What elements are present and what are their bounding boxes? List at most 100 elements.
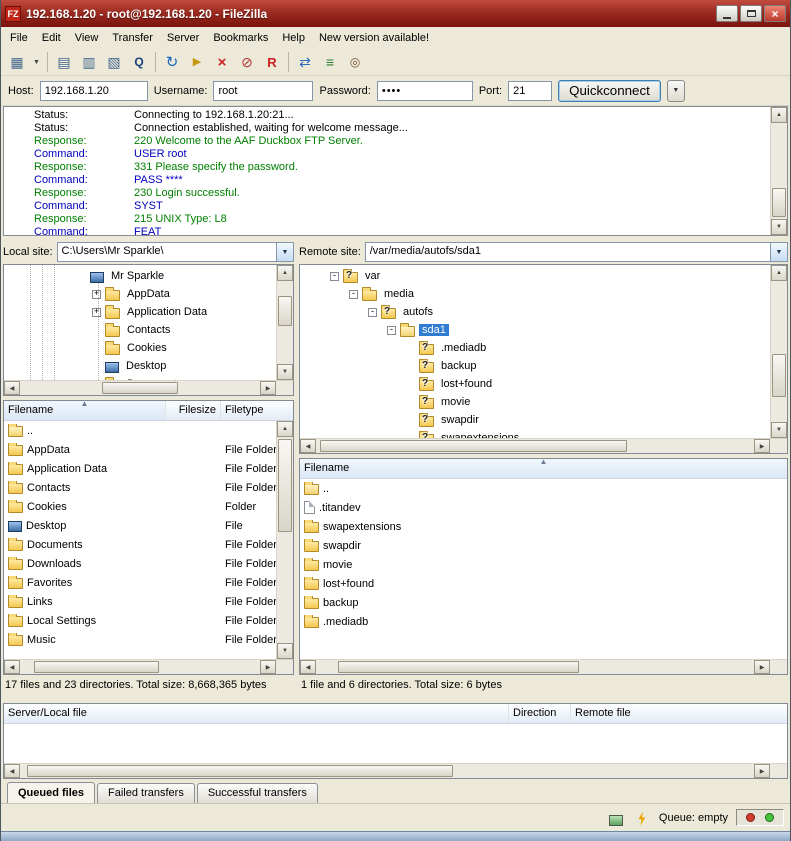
remote-list-horizontal-scrollbar[interactable]	[300, 659, 770, 674]
file-row[interactable]: Local SettingsFile Folder	[4, 611, 276, 630]
tab-failed-transfers[interactable]: Failed transfers	[97, 783, 195, 803]
scroll-right-icon[interactable]	[754, 439, 770, 453]
disconnect-icon[interactable]: ⊘	[235, 51, 259, 73]
scrollbar-thumb[interactable]	[338, 661, 579, 673]
synchronized-browsing-icon[interactable]: ≡	[318, 51, 342, 73]
refresh-icon[interactable]: ↻	[160, 51, 184, 73]
site-manager-dropdown-icon[interactable]	[30, 51, 43, 73]
file-row[interactable]: AppDataFile Folder	[4, 440, 276, 459]
tab-queued-files[interactable]: Queued files	[7, 782, 95, 803]
scroll-down-icon[interactable]	[771, 219, 787, 235]
scroll-left-icon[interactable]	[4, 381, 20, 395]
remote-tree-vertical-scrollbar[interactable]	[770, 265, 787, 438]
directory-comparison-icon[interactable]: ⇄	[293, 51, 317, 73]
expand-icon[interactable]: +	[92, 290, 101, 299]
scrollbar-thumb[interactable]	[772, 188, 786, 217]
chevron-down-icon[interactable]	[770, 243, 787, 261]
menu-new-version-notice[interactable]: New version available!	[312, 29, 436, 47]
find-files-icon[interactable]: ◎	[343, 51, 367, 73]
scroll-down-icon[interactable]	[771, 422, 787, 438]
file-row[interactable]: DownloadsFile Folder	[4, 554, 276, 573]
menu-transfer[interactable]: Transfer	[105, 29, 160, 47]
collapse-icon[interactable]: -	[330, 272, 339, 281]
toggle-queue-icon[interactable]: Q	[127, 51, 151, 73]
cancel-icon[interactable]: ×	[210, 51, 234, 73]
chevron-down-icon[interactable]	[276, 243, 293, 261]
scroll-right-icon[interactable]	[260, 660, 276, 674]
scroll-left-icon[interactable]	[4, 660, 20, 674]
tree-item[interactable]: movie	[300, 393, 770, 411]
file-row[interactable]: CookiesFolder	[4, 497, 276, 516]
file-row[interactable]: FavoritesFile Folder	[4, 573, 276, 592]
toggle-remote-tree-icon[interactable]: ▧	[102, 51, 126, 73]
file-row[interactable]: ContactsFile Folder	[4, 478, 276, 497]
column-header-filename[interactable]: Filename	[300, 459, 787, 478]
menu-file[interactable]: File	[3, 29, 35, 47]
tree-item[interactable]: backup	[300, 357, 770, 375]
remote-site-combobox[interactable]: /var/media/autofs/sda1	[365, 242, 788, 262]
maximize-button[interactable]	[740, 5, 762, 22]
local-list-vertical-scrollbar[interactable]	[276, 421, 293, 659]
scrollbar-thumb[interactable]	[278, 296, 292, 326]
file-row[interactable]: Application DataFile Folder	[4, 459, 276, 478]
file-row[interactable]: LinksFile Folder	[4, 592, 276, 611]
file-row[interactable]: ..	[300, 479, 787, 498]
process-queue-icon[interactable]: ▶	[185, 51, 209, 73]
local-site-combobox[interactable]: C:\Users\Mr Sparkle\	[57, 242, 294, 262]
scrollbar-thumb[interactable]	[320, 440, 627, 452]
file-row[interactable]: swapextensions	[300, 517, 787, 536]
collapse-icon[interactable]: -	[349, 290, 358, 299]
menu-server[interactable]: Server	[160, 29, 206, 47]
reconnect-icon[interactable]: R	[260, 51, 284, 73]
tree-item[interactable]: swapdir	[300, 411, 770, 429]
site-manager-icon[interactable]: ▦	[5, 51, 29, 73]
scrollbar-thumb[interactable]	[102, 382, 179, 394]
close-button[interactable]	[764, 5, 786, 22]
scroll-down-icon[interactable]	[277, 643, 293, 659]
menu-edit[interactable]: Edit	[35, 29, 68, 47]
column-header-server-local-file[interactable]: Server/Local file	[4, 704, 509, 723]
tree-item[interactable]: Contacts	[4, 321, 276, 339]
scroll-left-icon[interactable]	[4, 764, 20, 778]
tree-item[interactable]: Cookies	[4, 339, 276, 357]
quickconnect-dropdown-icon[interactable]	[667, 80, 685, 102]
file-row[interactable]: DocumentsFile Folder	[4, 535, 276, 554]
expand-icon[interactable]: +	[92, 380, 101, 381]
minimize-button[interactable]	[716, 5, 738, 22]
collapse-icon[interactable]: -	[368, 308, 377, 317]
file-row[interactable]: MusicFile Folder	[4, 630, 276, 649]
menu-help[interactable]: Help	[275, 29, 312, 47]
scrollbar-thumb[interactable]	[278, 439, 292, 532]
quickconnect-button[interactable]: Quickconnect	[558, 80, 661, 102]
menu-view[interactable]: View	[68, 29, 106, 47]
host-input[interactable]	[40, 81, 148, 101]
menu-bookmarks[interactable]: Bookmarks	[206, 29, 275, 47]
scroll-right-icon[interactable]	[754, 764, 770, 778]
username-input[interactable]	[213, 81, 313, 101]
tree-item[interactable]: lost+found	[300, 375, 770, 393]
local-list-horizontal-scrollbar[interactable]	[4, 659, 276, 674]
file-row[interactable]: movie	[300, 555, 787, 574]
queue-horizontal-scrollbar[interactable]	[4, 763, 770, 778]
scroll-up-icon[interactable]	[771, 265, 787, 281]
tree-item[interactable]: +Documents	[4, 375, 276, 380]
file-row[interactable]: lost+found	[300, 574, 787, 593]
file-row[interactable]: DesktopFile	[4, 516, 276, 535]
column-header-filesize[interactable]: Filesize	[166, 401, 221, 420]
remote-tree-horizontal-scrollbar[interactable]	[300, 438, 770, 453]
tree-item[interactable]: +Application Data	[4, 303, 276, 321]
scroll-right-icon[interactable]	[754, 660, 770, 674]
scroll-left-icon[interactable]	[300, 439, 316, 453]
column-header-filename[interactable]: Filename	[4, 401, 166, 420]
tab-successful-transfers[interactable]: Successful transfers	[197, 783, 318, 803]
tree-item[interactable]: -autofs	[300, 303, 770, 321]
tree-item[interactable]: Mr Sparkle	[4, 267, 276, 285]
port-input[interactable]	[508, 81, 552, 101]
tree-item[interactable]: -media	[300, 285, 770, 303]
file-row[interactable]: ..	[4, 421, 276, 440]
scroll-down-icon[interactable]	[277, 364, 293, 380]
tree-item[interactable]: .mediadb	[300, 339, 770, 357]
tree-item[interactable]: +AppData	[4, 285, 276, 303]
toggle-message-log-icon[interactable]: ▤	[52, 51, 76, 73]
tree-item[interactable]: Desktop	[4, 357, 276, 375]
